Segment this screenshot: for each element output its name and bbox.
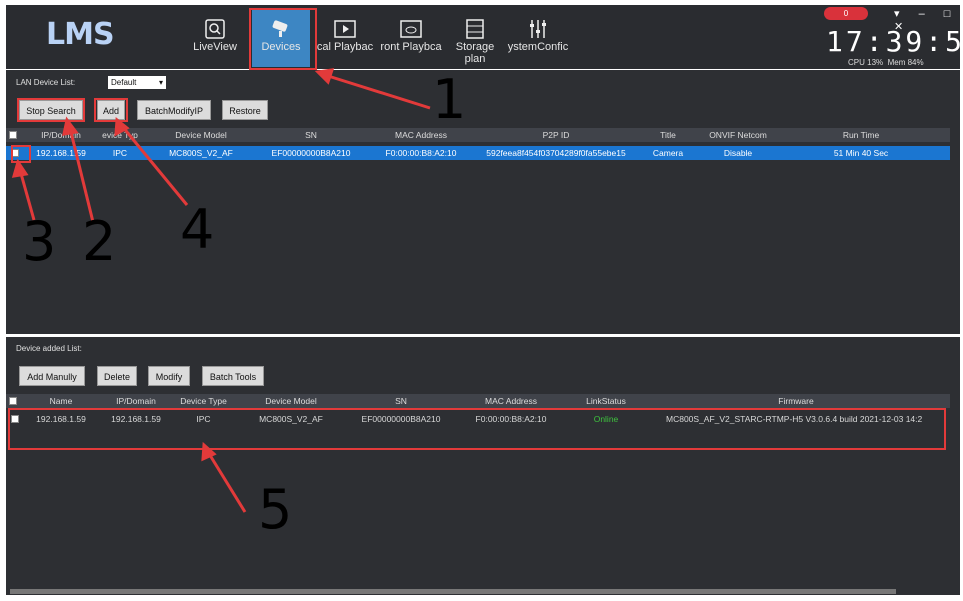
annotation-number-5: 5 [258,478,293,541]
annotation-number-4: 4 [180,198,215,261]
annotation-number-1: 1 [432,68,467,131]
annotation-number-2: 2 [82,210,117,273]
annotation-arrows [11,68,431,513]
annotation-number-3: 3 [22,210,57,273]
